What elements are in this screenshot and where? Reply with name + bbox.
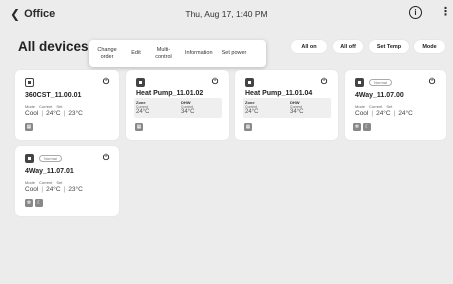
dhw-temp: 34°C [181,109,195,115]
current-temp: 24°C [46,186,61,193]
device-values: Cool | 24°C | 24°C [355,110,413,117]
device-name: 360CST_11.00.01 [25,92,82,99]
heat-pump-icon [245,78,254,87]
current-temp: 24°C [376,110,391,117]
device-labels: Mode Current Set [355,104,393,109]
power-icon[interactable]: ⏻ [210,77,220,87]
device-card[interactable]: ⏻ Heat Pump_11.01.04 Zone Current 24°C D… [235,70,338,140]
device-card[interactable]: Normal ⏻ 4Way_11.07.00 Mode Current Set Co… [345,70,446,140]
dhw-temp: 34°C [290,109,304,115]
device-card[interactable]: ⏻ 360CST_11.00.01 Mode Current Set Cool | … [15,70,119,140]
ac-unit-icon [25,154,34,163]
ac-unit-icon [355,78,364,87]
device-labels: Mode Current Set [25,104,63,109]
mode-value: Cool [25,186,39,193]
more-options-icon[interactable]: ⋮ [440,5,451,18]
all-on-button[interactable]: All on [291,40,327,53]
power-icon[interactable]: ⏻ [427,77,437,87]
heat-pump-icon [136,78,145,87]
menu-item-change-order[interactable]: Change order [89,47,125,61]
device-labels: Mode Current Set [25,180,63,185]
device-name: Heat Pump_11.01.02 [136,90,204,97]
sleep-icon[interactable]: ☾ [35,199,43,207]
page-title: All devices [18,39,89,54]
temp-box: Zone Current 24°C DHW Current 34°C [243,98,331,118]
set-temp-button[interactable]: Set Temp [369,40,409,53]
temp-box: Zone Current 24°C DHW Current 34°C [134,98,222,118]
all-off-button[interactable]: All off [333,40,363,53]
menu-item-multi-control[interactable]: Multi-control [147,47,180,61]
menu-item-information[interactable]: Information [180,50,216,57]
device-card[interactable]: ⏻ Heat Pump_11.01.02 Zone Current 24°C D… [126,70,229,140]
menu-item-edit[interactable]: Edit [125,50,147,57]
sleep-icon[interactable]: ☾ [363,123,371,131]
menu-item-set-power[interactable]: Set power [216,50,252,57]
mode-value: Cool [25,110,39,117]
power-icon[interactable]: ⏻ [101,77,111,87]
device-name: 4Way_11.07.00 [355,92,404,99]
mode-value: Cool [355,110,369,117]
zone-temp: 24°C [245,109,259,115]
set-temp: 24°C [398,110,413,117]
current-temp: 24°C [46,110,61,117]
device-name: 4Way_11.07.01 [25,168,74,175]
zone-temp: 24°C [136,109,150,115]
set-temp: 23°C [68,110,83,117]
device-icon [25,78,34,87]
grid-icon[interactable]: ▦ [135,123,143,131]
info-icon[interactable]: i [409,6,422,19]
datetime-text: Thu, Aug 17, 1:40 PM [185,9,268,19]
grid-icon[interactable]: ▦ [25,123,33,131]
context-menu: Change order Edit Multi-control Informat… [89,40,266,67]
all-devices-dropdown[interactable]: All devices ▾ [18,39,97,54]
status-badge: Normal [39,155,62,162]
power-icon[interactable]: ⏻ [101,153,111,163]
top-bar: ❮ Office Thu, Aug 17, 1:40 PM i ⋮ [0,0,453,30]
fan-icon[interactable]: ✻ [25,199,33,207]
power-icon[interactable]: ⏻ [319,77,329,87]
fan-icon[interactable]: ✻ [353,123,361,131]
status-badge: Normal [369,79,392,86]
device-card[interactable]: Normal ⏻ 4Way_11.07.01 Mode Current Set Co… [15,146,119,216]
set-temp: 23°C [68,186,83,193]
device-values: Cool | 24°C | 23°C [25,186,83,193]
mode-button[interactable]: Mode [414,40,445,53]
device-name: Heat Pump_11.01.04 [245,90,313,97]
grid-icon[interactable]: ▦ [244,123,252,131]
device-values: Cool | 24°C | 23°C [25,110,83,117]
